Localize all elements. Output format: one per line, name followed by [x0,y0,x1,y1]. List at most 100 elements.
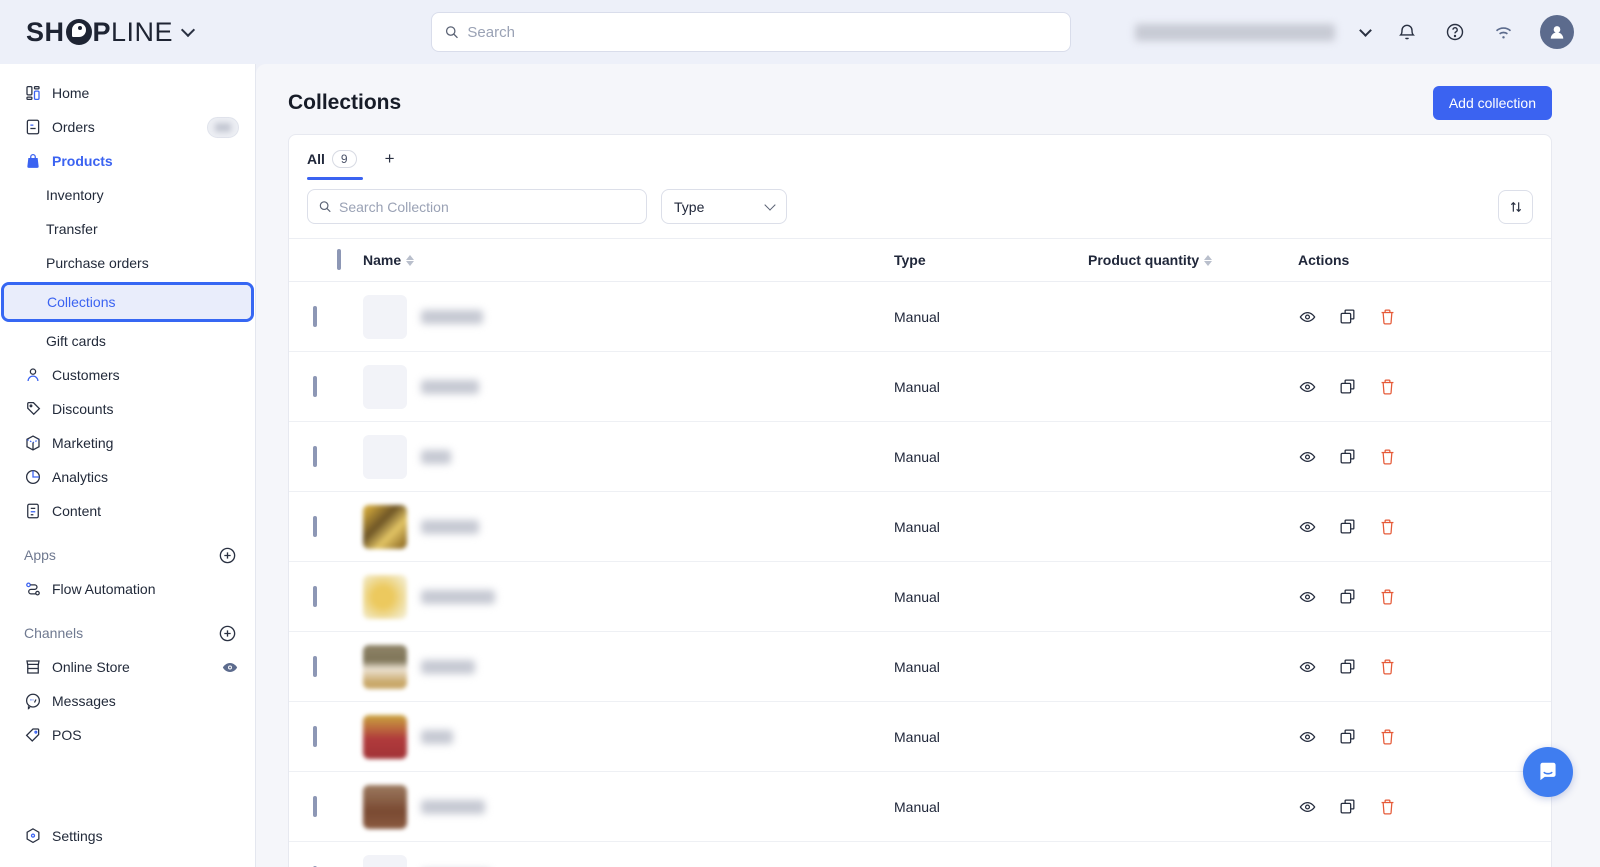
duplicate-icon[interactable] [1338,307,1357,326]
sidebar-item-messages[interactable]: Messages [0,684,255,718]
sidebar-item-inventory[interactable]: Inventory [0,178,255,212]
delete-trash-icon[interactable] [1378,797,1397,816]
duplicate-icon[interactable] [1338,727,1357,746]
sidebar-item-purchase-orders[interactable]: Purchase orders [0,246,255,280]
row-checkbox[interactable] [313,376,317,397]
wifi-icon[interactable] [1492,21,1514,43]
sidebar-item-flow-automation[interactable]: Flow Automation [0,572,255,606]
pos-icon [24,726,42,744]
delete-trash-icon[interactable] [1378,307,1397,326]
discounts-icon [24,400,42,418]
sidebar-item-transfer[interactable]: Transfer [0,212,255,246]
row-checkbox[interactable] [313,446,317,467]
sidebar-item-pos[interactable]: POS [0,718,255,752]
duplicate-icon[interactable] [1338,447,1357,466]
row-checkbox[interactable] [313,726,317,747]
global-search-input[interactable] [467,24,1058,41]
chat-launcher-button[interactable] [1523,747,1573,797]
collection-name-redacted[interactable] [421,800,485,814]
view-eye-icon[interactable] [1298,447,1317,466]
select-all-checkbox[interactable] [337,249,341,270]
row-checkbox[interactable] [313,796,317,817]
global-search[interactable] [431,12,1071,52]
sidebar-item-customers[interactable]: Customers [0,358,255,392]
tab-all[interactable]: All 9 [307,150,357,180]
view-eye-icon[interactable] [1298,587,1317,606]
duplicate-icon[interactable] [1338,377,1357,396]
table-row: Manual [289,492,1551,562]
row-checkbox[interactable] [313,656,317,677]
sidebar-item-online-store[interactable]: Online Store [0,650,255,684]
sidebar-item-discounts[interactable]: Discounts [0,392,255,426]
sidebar-item-orders[interactable]: Orders [0,110,255,144]
duplicate-icon[interactable] [1338,657,1357,676]
row-checkbox[interactable] [313,516,317,537]
delete-trash-icon[interactable] [1378,517,1397,536]
delete-trash-icon[interactable] [1378,657,1397,676]
chevron-down-icon[interactable] [181,23,195,37]
view-eye-icon[interactable] [1298,307,1317,326]
collection-name-redacted[interactable] [421,380,479,394]
row-checkbox[interactable] [313,306,317,327]
column-header-name[interactable]: Name [363,252,894,268]
row-checkbox[interactable] [313,586,317,607]
sort-button[interactable] [1498,190,1533,224]
chevron-down-icon [764,199,775,210]
collection-type: Manual [894,729,1088,745]
eye-filled-icon[interactable] [221,658,239,676]
avatar[interactable] [1540,15,1574,49]
duplicate-icon[interactable] [1338,587,1357,606]
duplicate-icon[interactable] [1338,797,1357,816]
search-icon [318,199,332,214]
type-filter-dropdown[interactable]: Type [661,189,787,224]
collection-search[interactable] [307,189,647,224]
sidebar-item-label: Collections [47,294,115,310]
collection-type: Manual [894,449,1088,465]
column-header-product-quantity[interactable]: Product quantity [1088,252,1288,268]
view-eye-icon[interactable] [1298,377,1317,396]
sidebar-item-marketing[interactable]: Marketing [0,426,255,460]
table-row [289,842,1551,867]
shopline-logo[interactable]: SHPLINE [26,17,256,48]
delete-trash-icon[interactable] [1378,727,1397,746]
add-collection-button[interactable]: Add collection [1433,86,1552,120]
collection-name-redacted[interactable] [421,730,453,744]
view-eye-icon[interactable] [1298,797,1317,816]
collection-name-redacted[interactable] [421,520,479,534]
sidebar-item-label: Purchase orders [46,255,149,271]
delete-trash-icon[interactable] [1378,587,1397,606]
sidebar-item-collections[interactable]: Collections [4,285,251,319]
sidebar-item-analytics[interactable]: Analytics [0,460,255,494]
sidebar-item-home[interactable]: Home [0,76,255,110]
plus-circle-icon[interactable] [218,624,237,643]
sidebar-item-settings[interactable]: Settings [0,819,255,853]
notifications-bell-icon[interactable] [1396,21,1418,43]
collection-search-input[interactable] [339,199,636,215]
table-row: Manual [289,702,1551,772]
collection-name-redacted[interactable] [421,590,495,604]
table-body: Manual Manual Manual Manual [289,282,1551,867]
table-row: Manual [289,352,1551,422]
sidebar-section-apps: Apps [0,538,255,572]
store-icon [24,658,42,676]
collection-name-redacted[interactable] [421,310,483,324]
plus-circle-icon[interactable] [218,546,237,565]
account-chevron-down-icon[interactable] [1359,24,1372,37]
duplicate-icon[interactable] [1338,517,1357,536]
view-eye-icon[interactable] [1298,517,1317,536]
collection-name-redacted[interactable] [421,660,475,674]
sidebar-item-products[interactable]: Products [0,144,255,178]
view-eye-icon[interactable] [1298,727,1317,746]
sidebar-item-content[interactable]: Content [0,494,255,528]
sidebar-item-gift-cards[interactable]: Gift cards [0,324,255,358]
add-tab-button[interactable]: + [385,149,395,181]
sort-arrows-icon[interactable] [406,255,414,266]
collection-type: Manual [894,659,1088,675]
collection-name-redacted[interactable] [421,450,451,464]
collection-thumbnail [363,645,407,689]
view-eye-icon[interactable] [1298,657,1317,676]
help-icon[interactable] [1444,21,1466,43]
delete-trash-icon[interactable] [1378,377,1397,396]
delete-trash-icon[interactable] [1378,447,1397,466]
sort-arrows-icon[interactable] [1204,255,1212,266]
